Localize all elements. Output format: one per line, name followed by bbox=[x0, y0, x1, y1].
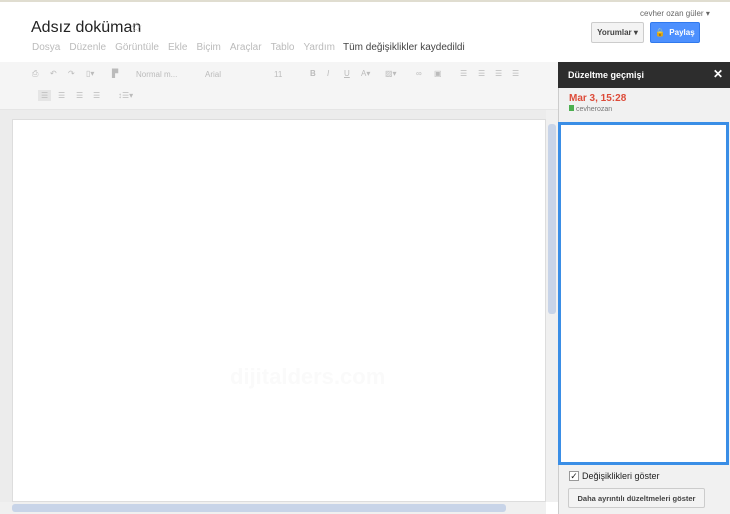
style-select[interactable]: Normal m... bbox=[136, 70, 177, 79]
clipboard-icon[interactable]: ▯▾ bbox=[86, 69, 94, 78]
menu-insert[interactable]: Ekle bbox=[168, 42, 187, 53]
increase-indent-icon[interactable]: ☰ bbox=[512, 69, 519, 78]
bulleted-list-icon[interactable]: ☰ bbox=[478, 69, 485, 78]
share-label: Paylaş bbox=[669, 28, 695, 37]
menu-edit[interactable]: Düzenle bbox=[69, 42, 106, 53]
align-right-icon[interactable]: ☰ bbox=[76, 91, 83, 100]
account-menu[interactable]: cevher ozan güler ▾ bbox=[640, 9, 710, 18]
show-changes-label: Değişiklikleri göster bbox=[582, 471, 660, 481]
link-icon[interactable]: ∞ bbox=[416, 69, 422, 78]
menu-format[interactable]: Biçim bbox=[196, 42, 220, 53]
panel-title: Düzeltme geçmişi bbox=[558, 62, 730, 88]
image-icon[interactable]: ▣ bbox=[434, 69, 442, 78]
document-page[interactable] bbox=[12, 119, 546, 502]
decrease-indent-icon[interactable]: ☰ bbox=[495, 69, 502, 78]
lock-icon: 🔒 bbox=[655, 28, 666, 37]
comments-button[interactable]: Yorumlar ▾ bbox=[591, 22, 644, 43]
save-status: Tüm değişiklikler kaydedildi bbox=[343, 42, 465, 53]
font-size-select[interactable]: 11 bbox=[274, 70, 282, 79]
redo-icon[interactable]: ↷ bbox=[68, 69, 75, 78]
font-select[interactable]: Arial bbox=[205, 70, 221, 79]
menu-tools[interactable]: Araçlar bbox=[230, 42, 262, 53]
document-title[interactable]: Adsız doküman bbox=[31, 19, 141, 37]
menu-bar: Dosya Düzenle Görüntüle Ekle Biçim Araçl… bbox=[32, 42, 335, 53]
show-changes-checkbox[interactable]: ✓ Değişiklikleri göster bbox=[569, 471, 660, 481]
checkbox-icon[interactable]: ✓ bbox=[569, 471, 579, 481]
line-spacing-icon[interactable]: ↕☰▾ bbox=[118, 91, 133, 100]
highlight-icon[interactable]: ▨▾ bbox=[385, 69, 397, 78]
close-icon[interactable]: ✕ bbox=[713, 67, 723, 81]
underline-icon[interactable]: U bbox=[344, 69, 350, 78]
italic-icon[interactable]: I bbox=[327, 69, 329, 78]
author-name: cevherozan bbox=[576, 106, 613, 113]
bold-icon[interactable]: B bbox=[310, 69, 316, 78]
revision-date[interactable]: Mar 3, 15:28 bbox=[569, 93, 626, 104]
numbered-list-icon[interactable]: ☰ bbox=[460, 69, 467, 78]
revision-author: cevherozan bbox=[569, 105, 612, 113]
text-color-icon[interactable]: A▾ bbox=[361, 69, 370, 78]
menu-view[interactable]: Görüntüle bbox=[115, 42, 159, 53]
author-color-swatch bbox=[569, 105, 574, 111]
justify-icon[interactable]: ☰ bbox=[93, 91, 100, 100]
star-icon[interactable]: ☆ bbox=[130, 19, 143, 36]
watermark: dijitalders.com bbox=[230, 364, 386, 389]
share-button[interactable]: 🔒 Paylaş bbox=[650, 22, 700, 43]
menu-table[interactable]: Tablo bbox=[271, 42, 295, 53]
undo-icon[interactable]: ↶ bbox=[50, 69, 57, 78]
align-left-icon[interactable]: ☰ bbox=[38, 90, 52, 101]
revision-list[interactable] bbox=[558, 122, 729, 465]
paint-format-icon[interactable]: ▛ bbox=[112, 69, 118, 78]
align-center-icon[interactable]: ☰ bbox=[58, 91, 65, 100]
menu-help[interactable]: Yardım bbox=[303, 42, 335, 53]
print-icon[interactable]: ⎙ bbox=[32, 69, 38, 79]
toolbar: ⎙ ↶ ↷ ▯▾ ▛ Normal m... Arial 11 B I U A▾… bbox=[0, 62, 558, 110]
vertical-scroll-thumb[interactable] bbox=[548, 124, 556, 314]
detailed-revisions-button[interactable]: Daha ayrıntılı düzeltmeleri göster bbox=[568, 488, 705, 508]
horizontal-scroll-thumb[interactable] bbox=[12, 504, 506, 512]
menu-file[interactable]: Dosya bbox=[32, 42, 60, 53]
